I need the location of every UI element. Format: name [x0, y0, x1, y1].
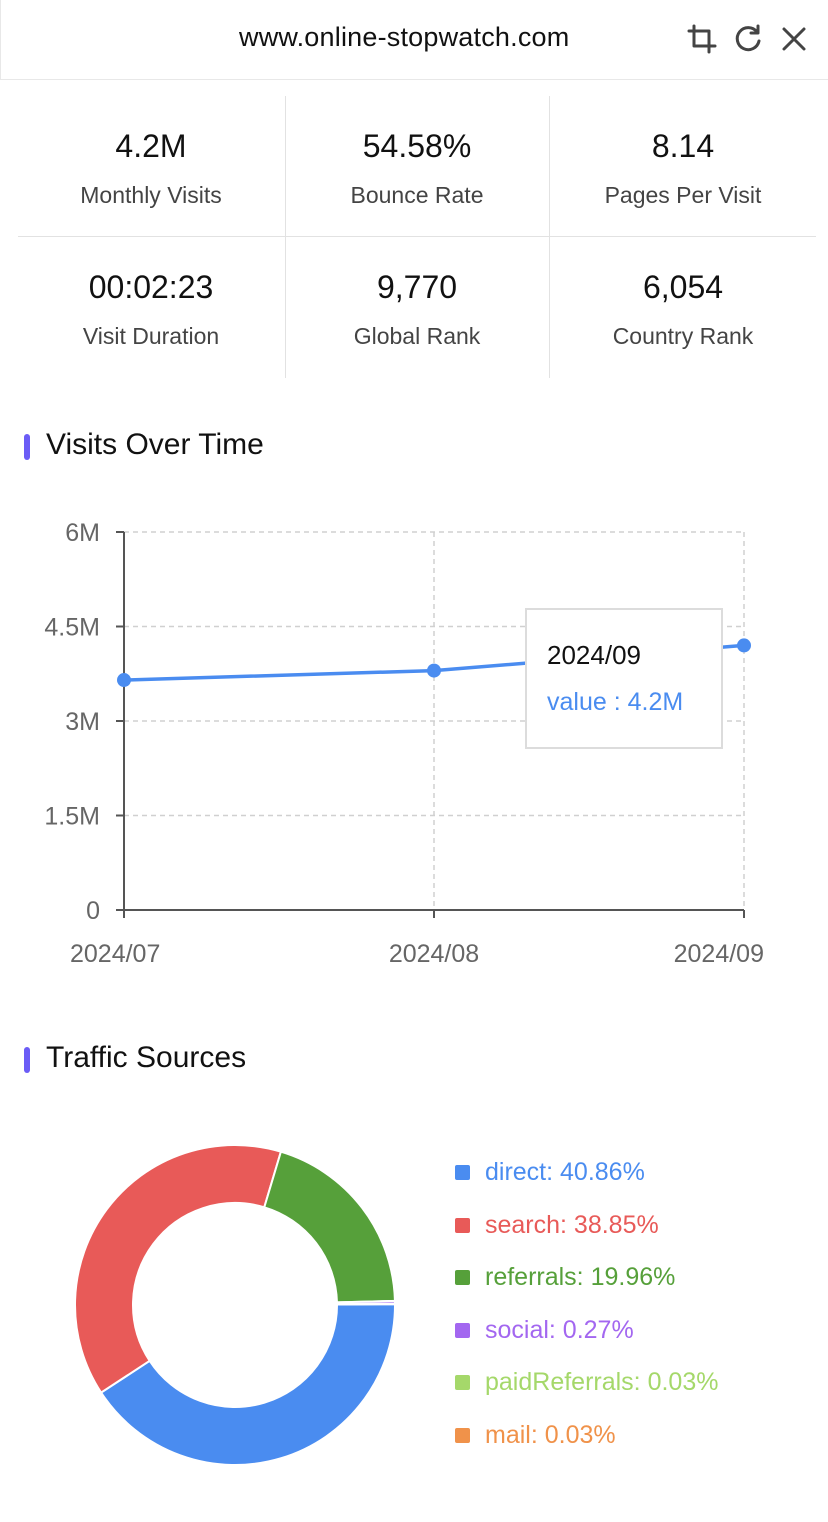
- refresh-icon[interactable]: [731, 22, 765, 56]
- section-title-text: Traffic Sources: [46, 1041, 247, 1074]
- section-title-text: Visits Over Time: [46, 428, 264, 461]
- slice-mail[interactable]: [335, 1302, 397, 1306]
- stat-value: 9,770: [376, 269, 458, 305]
- y-tick-label: 3M: [65, 708, 100, 736]
- legend-swatch: [455, 1428, 470, 1443]
- stat-label: Visit Duration: [82, 323, 220, 349]
- stat-label: Bounce Rate: [350, 182, 484, 208]
- stat-global-rank: 9,770 Global Rank: [284, 237, 550, 378]
- section-accent-bar: [24, 434, 30, 460]
- stat-bounce-rate: 54.58% Bounce Rate: [284, 96, 550, 237]
- y-tick-label: 6M: [65, 519, 100, 547]
- legend-label: social: 0.27%: [485, 1315, 634, 1344]
- stat-value: 54.58%: [362, 128, 472, 164]
- tooltip-value: value : 4.2M: [547, 688, 684, 716]
- x-tick-label: 2024/09: [674, 940, 764, 968]
- legend-swatch: [455, 1217, 470, 1233]
- legend-swatch: [455, 1375, 470, 1391]
- slice-search[interactable]: [74, 1144, 283, 1394]
- data-point[interactable]: [427, 663, 441, 678]
- chart-tooltip: 2024/09 value : 4.2M: [525, 608, 723, 749]
- crop-icon[interactable]: [685, 22, 719, 56]
- stat-label: Pages Per Visit: [604, 182, 762, 208]
- stat-value: 4.2M: [115, 128, 187, 164]
- legend-label: mail: 0.03%: [485, 1421, 616, 1449]
- divider: [285, 96, 286, 378]
- legend-swatch: [455, 1165, 470, 1180]
- legend-label: direct: 40.86%: [485, 1158, 645, 1186]
- stats-grid: 4.2M Monthly Visits 54.58% Bounce Rate 8…: [18, 96, 816, 378]
- y-tick-label: 1.5M: [44, 803, 100, 831]
- data-point[interactable]: [737, 638, 751, 653]
- y-tick-label: 0: [86, 897, 100, 925]
- slice-referrals[interactable]: [263, 1150, 396, 1304]
- stat-pages-per-visit: 8.14 Pages Per Visit: [550, 96, 816, 237]
- stat-value: 8.14: [651, 128, 715, 164]
- slice-direct[interactable]: [99, 1303, 396, 1466]
- divider: [18, 236, 816, 237]
- donut-chart-svg: [74, 1144, 397, 1466]
- y-tick-label: 4.5M: [44, 614, 100, 642]
- stat-label: Monthly Visits: [80, 182, 222, 208]
- legend-swatch: [455, 1322, 470, 1338]
- stat-label: Country Rank: [612, 323, 754, 349]
- data-point[interactable]: [117, 673, 131, 688]
- legend-label: referrals: 19.96%: [485, 1263, 676, 1292]
- x-tick-label: 2024/07: [70, 940, 160, 968]
- divider: [549, 96, 550, 378]
- legend-label: search: 38.85%: [485, 1210, 659, 1239]
- visits-line-chart: 0 1.5M 3M 4.5M 6M 2024/07 2024/08 2024/09 2024/…: [0, 500, 828, 980]
- legend-swatch: [455, 1270, 470, 1286]
- stat-visit-duration: 00:02:23 Visit Duration: [18, 237, 284, 378]
- tooltip-title: 2024/09: [547, 640, 641, 670]
- close-icon[interactable]: [777, 22, 811, 56]
- stat-value: 00:02:23: [88, 269, 214, 305]
- stat-country-rank: 6,054 Country Rank: [550, 237, 816, 378]
- legend-label: paidReferrals: 0.03%: [485, 1368, 719, 1397]
- stat-label: Global Rank: [353, 323, 481, 349]
- stat-monthly-visits: 4.2M Monthly Visits: [18, 96, 284, 237]
- site-title: www.online-stopwatch.com: [239, 22, 570, 52]
- stat-value: 6,054: [642, 269, 724, 305]
- x-tick-label: 2024/08: [389, 940, 479, 968]
- section-accent-bar: [24, 1047, 30, 1073]
- traffic-donut-chart: direct: 40.86% search: 38.85% referrals: 1…: [0, 1110, 828, 1510]
- header-bar: www.online-stopwatch.com: [0, 0, 828, 80]
